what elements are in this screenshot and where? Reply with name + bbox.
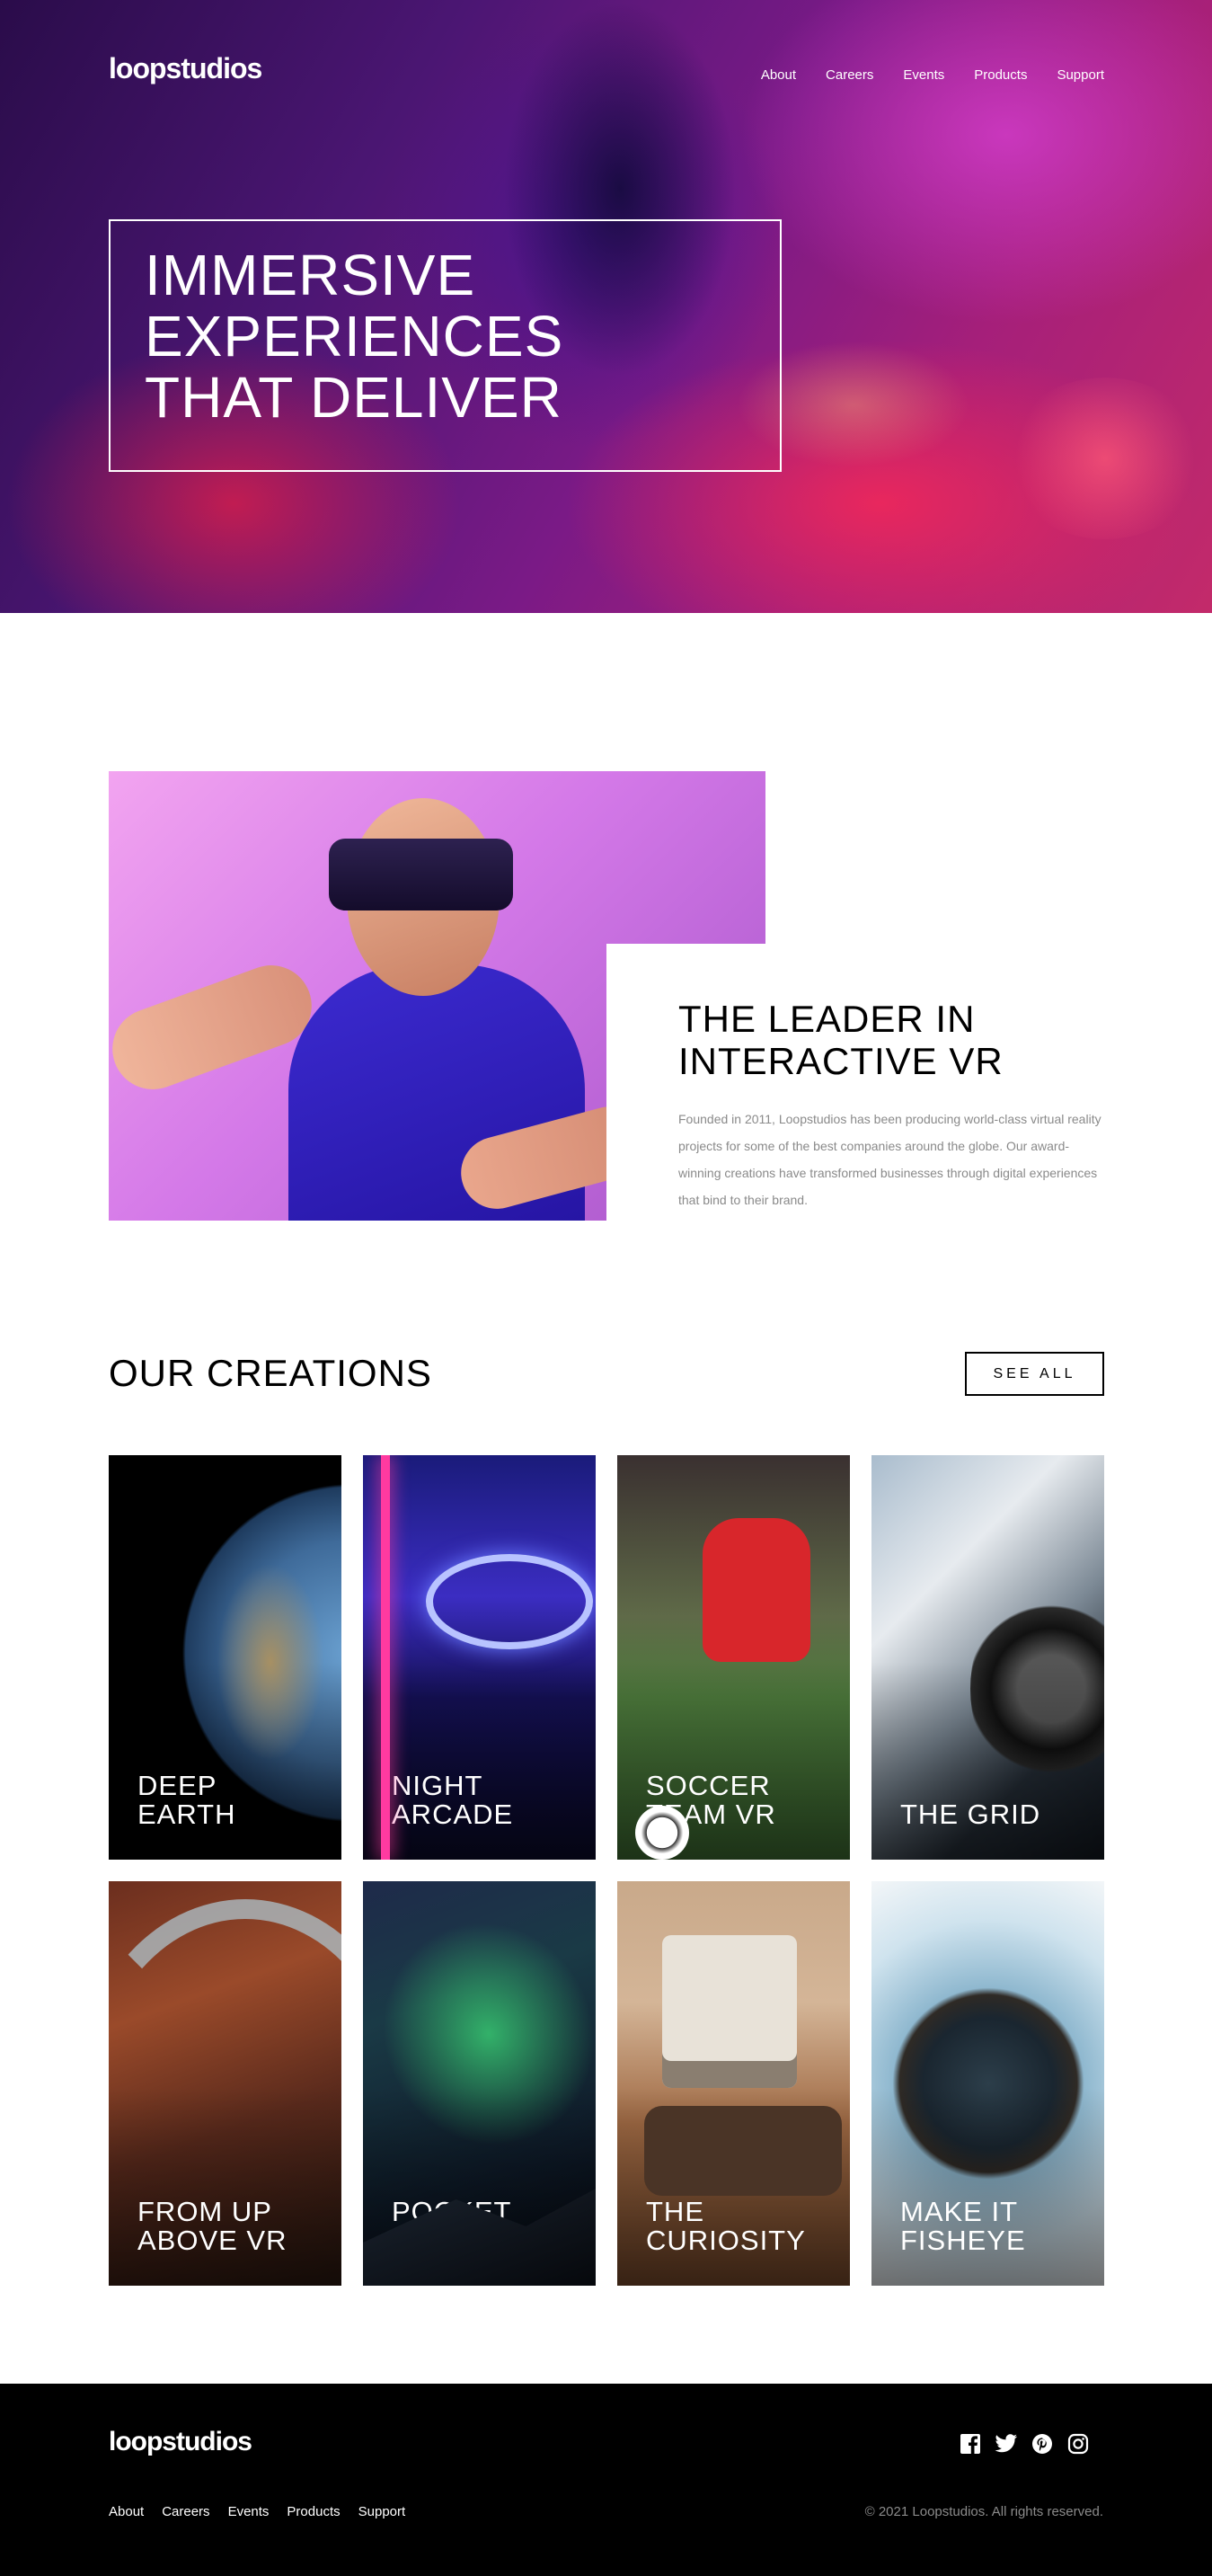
footer-nav-products[interactable]: Products [287, 2504, 340, 2519]
header-logo[interactable]: loopstudios [109, 52, 262, 85]
creation-label: NIGHT ARCADE [392, 1770, 514, 1830]
leader-section: THE LEADER IN INTERACTIVE VR Founded in … [0, 613, 1212, 1316]
card-shade [871, 1662, 1104, 1860]
leader-card: THE LEADER IN INTERACTIVE VR Founded in … [606, 944, 1105, 1228]
creation-card-pocket-borealis[interactable]: POCKET BOREALIS [363, 1881, 596, 2286]
pinterest-icon[interactable] [1031, 2432, 1054, 2456]
footer-logo[interactable]: loopstudios [109, 2427, 252, 2457]
card-shade [871, 2088, 1104, 2286]
footer-nav-support[interactable]: Support [358, 2504, 406, 2519]
creations-title: OUR CREATIONS [109, 1352, 432, 1394]
creation-card-the-curiosity[interactable]: THE CURIOSITY [617, 1881, 850, 2286]
hero-headline: IMMERSIVE EXPERIENCES THAT DELIVER [145, 243, 564, 430]
social-links [959, 2432, 1090, 2456]
creation-card-deep-earth[interactable]: DEEP EARTH [109, 1455, 341, 1860]
hero-image-light [1006, 378, 1204, 539]
footer-nav: About Careers Events Products Support [109, 2504, 405, 2519]
creations-section: OUR CREATIONS SEE ALL DEEP EARTH NIGHT A… [0, 1316, 1212, 2384]
card-shade [109, 1662, 341, 1860]
instagram-icon[interactable] [1066, 2432, 1090, 2456]
creation-label: POCKET BOREALIS [392, 2196, 539, 2256]
footer: loopstudios About Careers Events Product… [0, 2384, 1212, 2576]
footer-nav-events[interactable]: Events [228, 2504, 270, 2519]
creation-card-the-grid[interactable]: THE GRID [871, 1455, 1104, 1860]
hero-headline-box: IMMERSIVE EXPERIENCES THAT DELIVER [109, 219, 782, 472]
photo-vr-headset [329, 839, 513, 910]
leader-description: Founded in 2011, Loopstudios has been pr… [678, 1112, 1101, 1207]
nav-careers[interactable]: Careers [826, 67, 873, 83]
card-shade [363, 1662, 596, 1860]
creation-label: THE CURIOSITY [646, 2196, 806, 2256]
header-nav: About Careers Events Products Support [761, 67, 1104, 83]
nav-about[interactable]: About [761, 67, 796, 83]
footer-nav-about[interactable]: About [109, 2504, 144, 2519]
card-shade [617, 2088, 850, 2286]
card-shade [363, 2088, 596, 2286]
card-shade [109, 2088, 341, 2286]
creation-card-make-it-fisheye[interactable]: MAKE IT FISHEYE [871, 1881, 1104, 2286]
creation-card-from-up-above-vr[interactable]: FROM UP ABOVE VR [109, 1881, 341, 2286]
twitter-icon[interactable] [995, 2432, 1018, 2456]
hero-section: loopstudios About Careers Events Product… [0, 0, 1212, 613]
nav-support[interactable]: Support [1057, 67, 1104, 83]
creation-card-soccer-team-vr[interactable]: SOCCER TEAM VR [617, 1455, 850, 1860]
nav-products[interactable]: Products [974, 67, 1027, 83]
creation-card-night-arcade[interactable]: NIGHT ARCADE [363, 1455, 596, 1860]
creation-label: THE GRID [900, 1799, 1041, 1830]
nav-events[interactable]: Events [903, 67, 944, 83]
creations-grid: DEEP EARTH NIGHT ARCADE SOCCER TEAM VR T… [109, 1455, 1104, 2286]
see-all-button[interactable]: SEE ALL [965, 1352, 1104, 1396]
footer-nav-careers[interactable]: Careers [162, 2504, 209, 2519]
card-shade [617, 1662, 850, 1860]
creation-label: MAKE IT FISHEYE [900, 2196, 1026, 2256]
creation-label: FROM UP ABOVE VR [137, 2196, 288, 2256]
copyright-text: © 2021 Loopstudios. All rights reserved. [864, 2504, 1103, 2519]
creation-label: DEEP EARTH [137, 1770, 236, 1830]
facebook-icon[interactable] [959, 2432, 982, 2456]
leader-title: THE LEADER IN INTERACTIVE VR [678, 998, 1004, 1082]
creation-label: SOCCER TEAM VR [646, 1770, 776, 1830]
